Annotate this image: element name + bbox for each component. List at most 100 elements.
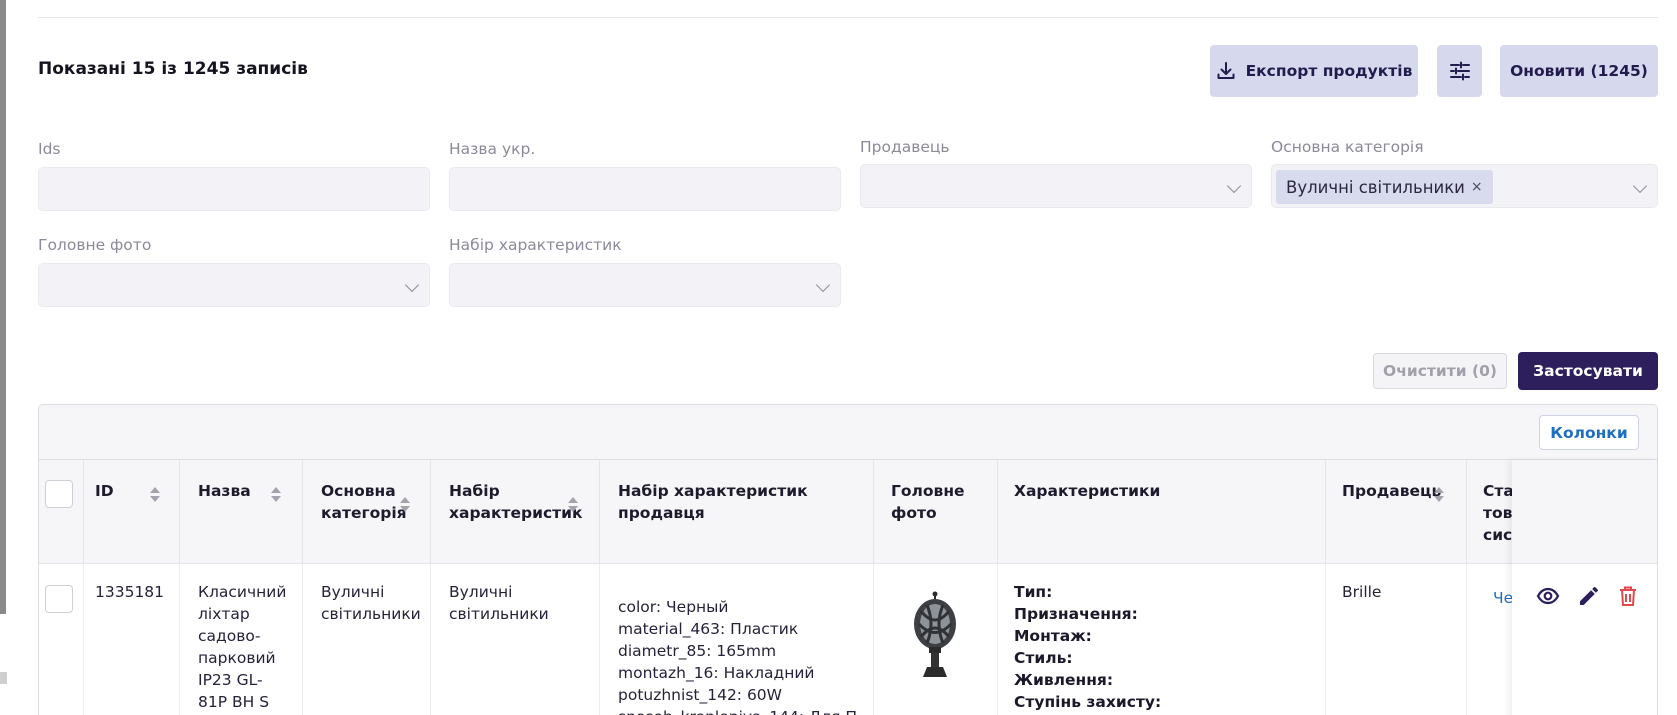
chevron-down-icon: [815, 277, 831, 293]
refresh-button[interactable]: Оновити (1245): [1500, 45, 1658, 97]
filter-settings-button[interactable]: [1437, 45, 1482, 97]
sort-icon[interactable]: [149, 487, 160, 503]
view-eye-icon[interactable]: [1536, 584, 1560, 608]
edit-pencil-icon[interactable]: [1577, 584, 1601, 608]
delete-trash-icon[interactable]: [1616, 584, 1640, 608]
chip-remove-icon[interactable]: ×: [1471, 179, 1483, 195]
characteristic-line: Стиль:: [1014, 649, 1073, 667]
main-photo-select[interactable]: [38, 263, 430, 307]
products-table: Колонки ID Назва Основна категорія Набір…: [38, 404, 1658, 715]
cell-characteristics: Тип: Призначення: Монтаж: Стиль: Живленн…: [1014, 581, 1161, 713]
cell-divider: [179, 564, 180, 715]
cell-char-set-line: Вуличні: [449, 583, 513, 601]
main-photo-label: Головне фото: [38, 236, 152, 254]
header-name[interactable]: Назва: [198, 460, 278, 564]
header-main-photo-line1: Головне: [891, 482, 965, 500]
sort-icon[interactable]: [567, 497, 578, 513]
row-actions-panel: [1512, 460, 1657, 715]
name-ukr-label: Назва укр.: [449, 140, 536, 158]
main-category-select[interactable]: Вуличні світильники ×: [1271, 164, 1658, 208]
header-id[interactable]: ID: [95, 460, 175, 564]
actions-header: [1512, 460, 1657, 564]
header-char-set-line2: характеристик: [449, 504, 583, 522]
column-divider: [302, 460, 303, 563]
cell-divider: [430, 564, 431, 715]
characteristic-line: Призначення:: [1014, 605, 1138, 623]
seller-label: Продавець: [860, 138, 950, 156]
category-chip: Вуличні світильники ×: [1276, 170, 1493, 204]
cell-name[interactable]: Класичний ліхтар садово- парковий IP23 G…: [198, 581, 298, 713]
garden-lantern-image[interactable]: [905, 591, 965, 679]
ids-input[interactable]: [38, 167, 430, 211]
columns-button[interactable]: Колонки: [1539, 415, 1639, 450]
header-main-photo-line2: фото: [891, 504, 937, 522]
sort-icon[interactable]: [399, 497, 410, 513]
cell-name-line: парковий: [198, 649, 276, 667]
cell-char-set: Вуличні світильники: [449, 581, 549, 625]
column-divider: [83, 460, 84, 563]
column-divider: [997, 460, 998, 563]
cell-name-line: 81P BH S: [198, 693, 270, 711]
cell-divider: [997, 564, 998, 715]
cell-main-category-line: Вуличні: [321, 583, 385, 601]
column-divider: [430, 460, 431, 563]
header-name-label: Назва: [198, 482, 251, 500]
cell-divider: [302, 564, 303, 715]
cell-divider: [1325, 564, 1326, 715]
seller-select[interactable]: [860, 164, 1252, 208]
row-checkbox[interactable]: [45, 585, 73, 613]
select-all-checkbox[interactable]: [45, 480, 73, 508]
characteristic-line: Тип:: [1014, 583, 1053, 601]
cell-divider: [599, 564, 600, 715]
main-category-label: Основна категорія: [1271, 138, 1424, 156]
header-seller-char-set: Набір характеристик продавця: [618, 460, 878, 564]
column-divider: [1325, 460, 1326, 563]
seller-char-line: montazh_16: Накладний: [618, 664, 815, 682]
sort-icon[interactable]: [270, 487, 281, 503]
cell-main-category: Вуличні світильники: [321, 581, 421, 625]
cell-seller-chars: color: Черный material_463: Пластик diam…: [618, 596, 868, 715]
column-divider: [599, 460, 600, 563]
characteristic-line: Ступінь захисту:: [1014, 693, 1162, 711]
seller-char-line: material_463: Пластик: [618, 620, 799, 638]
clear-filters-button[interactable]: Очистити (0): [1373, 353, 1507, 389]
export-products-label: Експорт продуктів: [1245, 62, 1413, 80]
char-set-select[interactable]: [449, 263, 841, 307]
header-seller[interactable]: Продавець: [1342, 460, 1442, 564]
header-main-photo: Головне фото: [891, 460, 991, 564]
header-char-set-line1: Набір: [449, 482, 500, 500]
export-products-button[interactable]: Експорт продуктів: [1210, 45, 1418, 97]
cell-divider: [83, 564, 84, 715]
sort-icon[interactable]: [1433, 487, 1444, 503]
header-characteristics-label: Характеристики: [1014, 482, 1161, 500]
table-toolbar: Колонки: [39, 405, 1657, 460]
column-divider: [873, 460, 874, 563]
sliders-icon: [1449, 61, 1471, 81]
chevron-down-icon: [1632, 178, 1648, 194]
cell-divider: [873, 564, 874, 715]
header-char-set[interactable]: Набір характеристик: [449, 460, 583, 564]
seller-char-line: diametr_85: 165mm: [618, 642, 777, 660]
seller-char-line: color: Черный: [618, 598, 729, 616]
header-seller-char-set-line2: продавця: [618, 504, 705, 522]
cell-name-line: садово-: [198, 627, 261, 645]
table-header: ID Назва Основна категорія Набір характе…: [39, 460, 1657, 564]
seller-char-line: sposob_krepleniya_144: Для П: [618, 706, 868, 715]
cell-char-set-line: світильники: [449, 605, 549, 623]
column-divider: [1466, 460, 1467, 563]
cell-name-line: IP23 GL-: [198, 671, 263, 689]
window-left-edge-marker: [0, 672, 7, 684]
apply-filters-button[interactable]: Застосувати: [1518, 352, 1658, 390]
download-icon: [1216, 61, 1246, 81]
category-chip-label: Вуличні світильники: [1286, 177, 1465, 197]
chevron-down-icon: [1226, 178, 1242, 194]
cell-name-line: Класичний: [198, 583, 287, 601]
seller-char-line: potuzhnist_142: 60W: [618, 686, 782, 704]
header-seller-label: Продавець: [1342, 482, 1442, 500]
name-ukr-input[interactable]: [449, 167, 841, 211]
chevron-down-icon: [404, 277, 420, 293]
cell-id: 1335181: [95, 583, 165, 601]
cell-main-category-line: світильники: [321, 605, 421, 623]
header-id-label: ID: [95, 482, 114, 500]
status-link[interactable]: Че: [1493, 587, 1513, 609]
